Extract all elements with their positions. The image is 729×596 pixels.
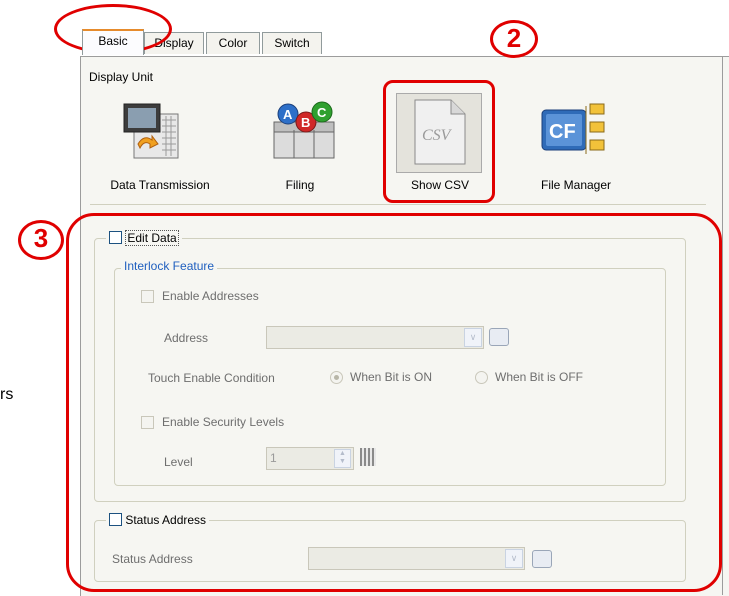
svg-text:A: A — [283, 107, 293, 122]
data-transmission-button[interactable] — [120, 100, 200, 170]
annotation-show-csv-box — [383, 80, 495, 203]
data-transmission-label: Data Transmission — [110, 178, 210, 192]
display-unit-separator — [90, 204, 706, 205]
svg-text:C: C — [317, 105, 327, 120]
filing-label: Filing — [285, 178, 315, 192]
display-unit-label: Display Unit — [89, 70, 154, 84]
tab-basic[interactable]: Basic — [82, 29, 144, 55]
annotation-edit-data-box — [66, 213, 722, 592]
data-transmission-icon — [123, 103, 179, 159]
tab-switch[interactable]: Switch — [262, 32, 322, 54]
cf-icon-text: CF — [549, 121, 576, 143]
svg-text:B: B — [301, 115, 310, 130]
filing-icon: A B C — [273, 101, 335, 159]
tab-color[interactable]: Color — [206, 32, 260, 54]
annotation-badge-2: 2 — [490, 20, 538, 58]
annotation-badge-3: 3 — [18, 220, 64, 260]
filing-button[interactable]: A B C — [270, 100, 346, 170]
file-manager-button[interactable]: CF — [540, 100, 610, 170]
cf-file-manager-icon: CF — [541, 103, 605, 154]
stray-text: rs — [0, 386, 14, 403]
panel-right-border — [722, 56, 723, 595]
file-manager-label: File Manager — [540, 178, 612, 192]
